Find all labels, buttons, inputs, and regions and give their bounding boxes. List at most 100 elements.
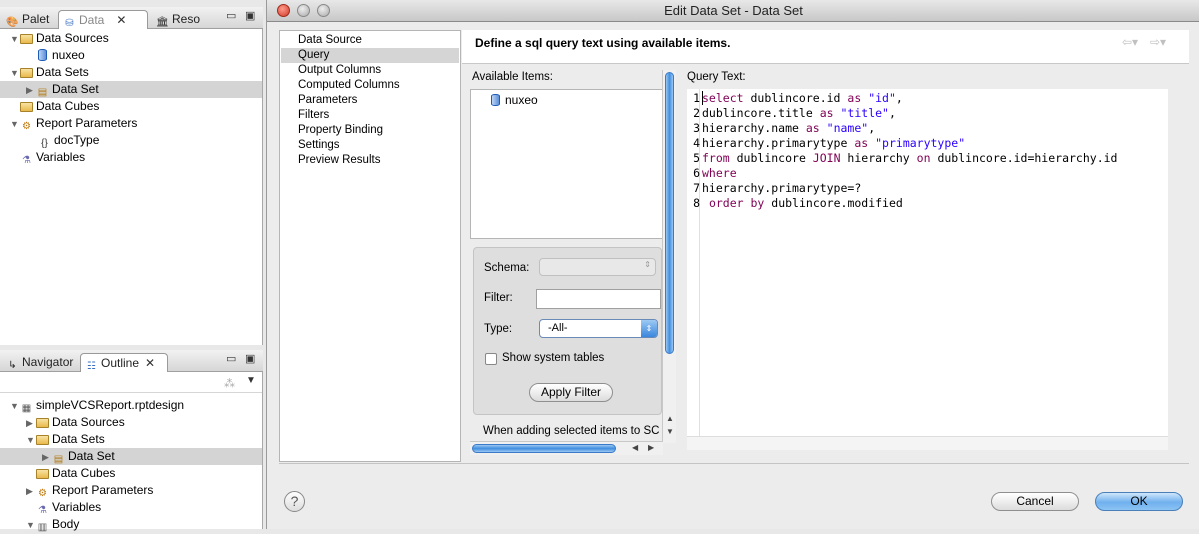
scroll-up-icon[interactable]: ▲ — [666, 414, 674, 423]
line-number: 3 — [693, 121, 700, 135]
data-sets-icon — [36, 435, 49, 445]
expand-triangle-icon[interactable]: ▼ — [10, 31, 20, 48]
collapsed-triangle-icon[interactable]: ▶ — [26, 415, 36, 432]
variables-icon: ⚗ — [22, 155, 31, 166]
line-number: 4 — [693, 136, 700, 150]
divider — [279, 463, 1189, 464]
scroll-left-icon[interactable]: ◀ — [632, 443, 638, 452]
dialog-title-bar: Edit Data Set - Data Set — [267, 0, 1199, 22]
maximize-icon[interactable]: ▣ — [245, 9, 255, 22]
tree-item-variables[interactable]: ⚗ Variables — [20, 149, 85, 166]
collapsed-triangle-icon[interactable]: ▶ — [26, 483, 36, 500]
expand-triangle-icon[interactable]: ▼ — [26, 517, 36, 534]
nav-item-filters[interactable]: Filters — [298, 108, 329, 123]
expand-triangle-icon[interactable]: ▼ — [10, 398, 20, 415]
nav-item-data-source[interactable]: Data Source — [298, 33, 362, 48]
vertical-scrollbar[interactable]: ▲ ▼ — [662, 70, 676, 443]
outline-pane-tabbar: ↳ Navigator ☷ Outline ✕ ▭ ▣ — [0, 350, 263, 372]
zoom-window-icon[interactable] — [317, 4, 330, 17]
select-arrows-icon: ⇕ — [641, 320, 657, 337]
query-text-editor[interactable]: 1 2 3 4 5 6 7 8 select dublincore.id as … — [687, 89, 1168, 436]
query-line: hierarchy.primarytype=? — [702, 181, 862, 195]
type-label: Type: — [484, 323, 513, 335]
tree-item-data-cubes[interactable]: Data Cubes — [20, 98, 99, 115]
schema-select[interactable]: ⇕ — [539, 258, 656, 276]
line-number: 2 — [693, 106, 700, 120]
tree-item-data-sources[interactable]: ▼ Data Sources — [10, 30, 109, 47]
select-arrows-icon: ⇕ — [644, 260, 651, 269]
expand-triangle-icon[interactable]: ▼ — [10, 116, 20, 133]
outline-item-data-sources[interactable]: ▶ Data Sources — [26, 414, 125, 431]
nav-item-property-binding[interactable]: Property Binding — [298, 123, 383, 138]
nav-item-parameters[interactable]: Parameters — [298, 93, 357, 108]
editor-bottom-bar — [687, 436, 1168, 450]
back-arrow-icon[interactable]: ⇦▾ — [1122, 35, 1138, 49]
tree-item-report-parameters[interactable]: ▼ ⚙ Report Parameters — [10, 115, 137, 132]
view-menu-icon[interactable]: ⁂ — [224, 377, 235, 390]
query-line: hierarchy.name as "name", — [702, 121, 876, 135]
scroll-down-icon[interactable]: ▼ — [666, 427, 674, 436]
line-number: 8 — [693, 196, 700, 210]
outline-item-body[interactable]: ▼ ▥ Body — [26, 516, 79, 533]
tab-data[interactable]: ⛁ Data ✕ — [58, 10, 148, 29]
tab-resource[interactable]: 🏛 Reso — [152, 10, 204, 29]
outline-tree: ⁂ ▼ ▼ ▦ simpleVCSReport.rptdesign ▶ Data So… — [0, 372, 263, 533]
tree-item-nuxeo[interactable]: nuxeo — [38, 47, 85, 64]
edit-data-set-dialog: Edit Data Set - Data Set Data Source Que… — [266, 0, 1199, 529]
scroll-right-icon[interactable]: ▶ — [648, 443, 654, 452]
nav-item-settings[interactable]: Settings — [298, 138, 340, 153]
tree-item-data-sets[interactable]: ▼ Data Sets — [10, 64, 89, 81]
tree-item-data-set[interactable]: ▶ ▤ Data Set — [0, 81, 262, 98]
close-window-icon[interactable] — [277, 4, 290, 17]
scroll-thumb[interactable] — [665, 72, 674, 354]
nav-item-query[interactable]: Query — [281, 48, 459, 63]
body-icon: ▥ — [37, 522, 48, 533]
report-parameters-icon: ⚙ — [22, 121, 31, 132]
maximize-icon[interactable]: ▣ — [245, 352, 255, 365]
outline-item-report[interactable]: ▼ ▦ simpleVCSReport.rptdesign — [10, 397, 184, 414]
type-select[interactable]: -All- ⇕ — [539, 319, 658, 338]
help-icon[interactable]: ? — [284, 491, 305, 512]
database-icon — [491, 94, 500, 106]
available-item-nuxeo[interactable]: nuxeo — [491, 92, 538, 109]
adding-items-note: When adding selected items to SC — [483, 425, 660, 437]
close-icon[interactable]: ✕ — [116, 13, 126, 27]
expand-triangle-icon[interactable]: ▼ — [26, 432, 36, 449]
nav-item-output-columns[interactable]: Output Columns — [298, 63, 381, 78]
outline-item-data-cubes[interactable]: Data Cubes — [36, 465, 115, 482]
ok-button[interactable]: OK — [1095, 492, 1183, 511]
tree-item-doctype[interactable]: {} docType — [38, 132, 99, 149]
nav-item-computed-columns[interactable]: Computed Columns — [298, 78, 400, 93]
data-explorer-tree: ▼ Data Sources nuxeo ▼ Data Sets ▶ ▤ Data Se… — [0, 29, 263, 345]
dialog-title: Edit Data Set - Data Set — [664, 3, 803, 18]
horizontal-scrollbar[interactable]: ◀ ▶ — [470, 441, 663, 455]
query-text-label: Query Text: — [687, 71, 746, 83]
nav-item-preview-results[interactable]: Preview Results — [298, 153, 380, 168]
cancel-button[interactable]: Cancel — [991, 492, 1079, 511]
show-system-tables-checkbox[interactable] — [485, 353, 497, 365]
tab-navigator[interactable]: ↳ Navigator — [2, 353, 77, 372]
minimize-icon[interactable]: ▭ — [226, 352, 236, 365]
chevron-down-icon[interactable]: ▼ — [246, 375, 256, 386]
filter-input[interactable] — [536, 289, 661, 309]
expand-triangle-icon[interactable]: ▼ — [10, 65, 20, 82]
outline-item-data-sets[interactable]: ▼ Data Sets — [26, 431, 105, 448]
page-header: Define a sql query text using available … — [462, 30, 1189, 64]
collapsed-triangle-icon[interactable]: ▶ — [42, 449, 52, 466]
collapsed-triangle-icon[interactable]: ▶ — [26, 82, 36, 99]
query-line: dublincore.title as "title", — [702, 106, 896, 120]
h-scroll-thumb[interactable] — [472, 444, 616, 453]
forward-arrow-icon[interactable]: ⇨▾ — [1150, 35, 1166, 49]
available-items-tree: nuxeo — [470, 89, 663, 239]
line-number: 1 — [693, 91, 700, 105]
minimize-window-icon[interactable] — [297, 4, 310, 17]
tab-palette[interactable]: 🎨 Palet — [2, 10, 53, 29]
page-title: Define a sql query text using available … — [475, 36, 731, 50]
outline-item-report-parameters[interactable]: ▶ ⚙ Report Parameters — [26, 482, 153, 499]
close-icon[interactable]: ✕ — [145, 356, 155, 370]
outline-item-data-set[interactable]: ▶ ▤ Data Set — [0, 448, 262, 465]
minimize-icon[interactable]: ▭ — [226, 9, 236, 22]
outline-item-variables[interactable]: ⚗ Variables — [36, 499, 101, 516]
tab-outline[interactable]: ☷ Outline ✕ — [80, 353, 168, 372]
apply-filter-button[interactable]: Apply Filter — [529, 383, 613, 402]
